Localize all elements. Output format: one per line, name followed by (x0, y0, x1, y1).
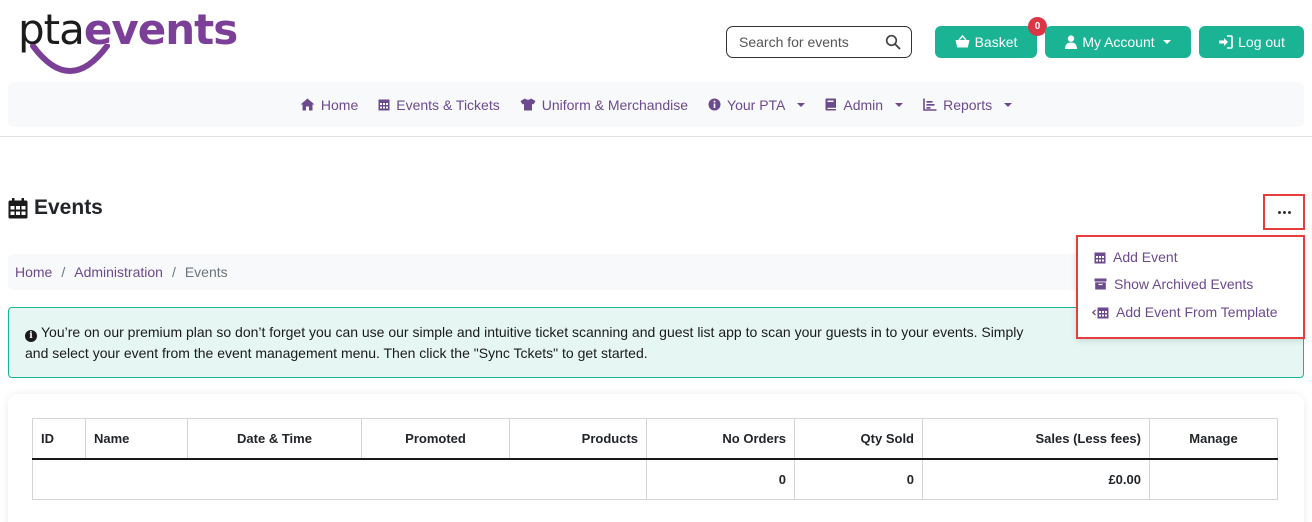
menu-item-label: Add Event (1113, 249, 1178, 265)
page-title: Events (8, 196, 103, 220)
totals-manage-cell (1149, 458, 1278, 500)
more-actions-button[interactable] (1263, 194, 1305, 230)
page-title-text: Events (34, 196, 103, 219)
table-header-row: ID Name Date & Time Promoted Products No… (32, 418, 1278, 460)
menu-item-label: Add Event From Template (1116, 304, 1278, 320)
menu-item-add-event[interactable]: Add Event (1094, 249, 1178, 265)
my-account-button[interactable]: My Account (1045, 26, 1191, 58)
breadcrumb-administration[interactable]: Administration (74, 264, 163, 280)
breadcrumb-home[interactable]: Home (15, 264, 52, 280)
chart-icon (923, 98, 937, 111)
header-divider (0, 136, 1312, 137)
search-box[interactable] (726, 26, 912, 58)
alert-line-2: and select your event from the event man… (25, 345, 648, 361)
logout-button[interactable]: Log out (1199, 26, 1304, 58)
calendar-icon (1094, 252, 1106, 263)
book-icon (825, 98, 837, 111)
column-header-promoted[interactable]: Promoted (361, 418, 510, 460)
nav-item-events-tickets[interactable]: Events & Tickets (378, 96, 500, 113)
events-table: ID Name Date & Time Promoted Products No… (32, 418, 1278, 500)
logo-smile-icon (30, 44, 110, 74)
column-header-sales[interactable]: Sales (Less fees) (922, 418, 1150, 460)
column-header-date-time[interactable]: Date & Time (187, 418, 362, 460)
nav-item-label: Reports (943, 96, 993, 113)
caret-down-icon (895, 102, 904, 107)
menu-item-show-archived[interactable]: Show Archived Events (1094, 276, 1253, 292)
column-header-products[interactable]: Products (509, 418, 647, 460)
my-account-label: My Account (1082, 34, 1155, 50)
search-input[interactable] (739, 34, 879, 50)
calendar-icon (378, 99, 390, 111)
nav-item-label: Your PTA (727, 96, 786, 113)
calendar-icon (8, 197, 28, 218)
info-icon (708, 98, 721, 111)
breadcrumb-current: Events (184, 264, 228, 280)
archive-icon (1094, 278, 1107, 290)
nav-item-label: Uniform & Merchandise (541, 96, 689, 113)
ellipsis-icon-dot (1282, 210, 1286, 214)
nav-item-reports[interactable]: Reports (923, 96, 1013, 113)
logout-label: Log out (1238, 34, 1285, 50)
total-no-orders: 0 (646, 458, 795, 500)
actions-dropdown-menu: Add Event Show Archived Events Add Event… (1076, 235, 1305, 339)
ellipsis-icon-dot (1287, 210, 1291, 214)
basket-icon (955, 35, 970, 48)
search-icon[interactable] (885, 34, 901, 50)
nav-item-uniform[interactable]: Uniform & Merchandise (520, 97, 688, 113)
nav-item-label: Events & Tickets (396, 96, 500, 113)
caret-down-icon (1162, 40, 1171, 44)
column-header-no-orders[interactable]: No Orders (646, 418, 795, 460)
caret-down-icon (1004, 102, 1013, 107)
basket-label: Basket (974, 34, 1018, 50)
calendar-template-icon (1092, 307, 1109, 318)
total-qty-sold: 0 (794, 458, 923, 500)
caret-down-icon (797, 102, 806, 107)
column-header-id[interactable]: ID (32, 418, 86, 460)
totals-empty-cell (32, 458, 647, 500)
basket-button[interactable]: Basket (935, 26, 1037, 58)
nav-item-label: Home (320, 96, 359, 113)
column-header-name[interactable]: Name (85, 418, 188, 460)
user-icon (1065, 35, 1078, 49)
logo[interactable]: ptaevents (18, 4, 248, 76)
nav-item-admin[interactable]: Admin (825, 96, 904, 113)
events-table-card: ID Name Date & Time Promoted Products No… (8, 394, 1304, 522)
nav-item-home[interactable]: Home (300, 97, 358, 113)
alert-line-1-text: You’re on our premium plan so don’t forg… (41, 324, 1024, 340)
breadcrumb: Home / Administration / Events (8, 254, 1108, 290)
info-icon: i (25, 330, 37, 342)
column-header-qty-sold[interactable]: Qty Sold (794, 418, 923, 460)
total-sales: £0.00 (922, 458, 1150, 500)
main-nav: Home Events & Tickets Uniform & Merchand… (8, 82, 1304, 127)
menu-item-label: Show Archived Events (1114, 276, 1254, 292)
home-icon (300, 98, 315, 111)
nav-item-label: Admin (843, 96, 884, 113)
table-totals-row: 0 0 £0.00 (32, 458, 1278, 500)
column-header-manage[interactable]: Manage (1149, 418, 1278, 460)
menu-item-add-from-template[interactable]: Add Event From Template (1092, 304, 1278, 320)
shirt-icon (520, 98, 536, 111)
nav-item-your-pta[interactable]: Your PTA (708, 96, 806, 113)
breadcrumb-separator: / (61, 264, 66, 280)
ellipsis-icon-dot (1277, 210, 1281, 214)
sign-in-icon (1219, 35, 1233, 49)
breadcrumb-separator: / (171, 264, 176, 280)
